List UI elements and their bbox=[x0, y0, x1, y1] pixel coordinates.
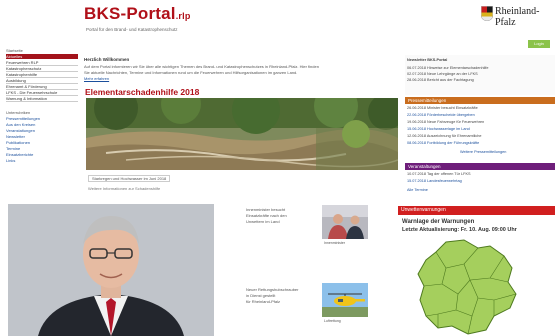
teaser-text[interactable]: Einsatzkräfte nach den bbox=[246, 213, 287, 218]
teaser-text[interactable]: Unwettern im Land bbox=[246, 219, 280, 224]
intro-text: Sie aktuelle Nachrichten, Termine und In… bbox=[84, 70, 298, 75]
newsletter-item[interactable]: 02.07.2018 Neue Lehrgänge an der LFKS bbox=[407, 72, 478, 76]
warning-map[interactable] bbox=[412, 238, 524, 336]
nav-link[interactable]: Publikationen bbox=[6, 140, 30, 145]
press-item[interactable]: 15.06.2018 Hochwasserlage im Land bbox=[407, 127, 470, 131]
state-name: Rheinland-Pfalz bbox=[495, 6, 540, 28]
nav-section-label: Startseite bbox=[6, 48, 23, 53]
warnings-header: Unwetterwarnungen bbox=[398, 206, 555, 215]
teaser-caption: Innenminister bbox=[324, 241, 346, 245]
event-item[interactable]: 10.07.2018 Tag der offenen Tür LFKS bbox=[407, 172, 471, 176]
newsletter-heading: Newsletter BKS-Portal bbox=[407, 58, 448, 62]
press-item[interactable]: 12.06.2018 Auszeichnung für Ehrenamtlich… bbox=[407, 134, 482, 138]
newsletter-item[interactable]: 06.07.2018 Hinweise zur Elementarschaden… bbox=[407, 66, 488, 70]
event-item[interactable]: 15.07.2018 Landesfeuerwehrtag bbox=[407, 179, 462, 183]
press-item[interactable]: 19.06.2018 Neue Fahrzeuge für Feuerwehre… bbox=[407, 120, 484, 124]
nav-item[interactable]: Warnung & Information bbox=[6, 96, 78, 102]
teaser-text[interactable]: Neuer Rettungshubschrauber bbox=[246, 287, 298, 292]
portal-logo[interactable]: BKS-Portal.rlp bbox=[84, 4, 191, 24]
helicopter-photo[interactable] bbox=[322, 283, 368, 317]
events-box-header: Veranstaltungen bbox=[405, 163, 555, 170]
teaser-text[interactable]: für Rheinland-Pfalz bbox=[246, 299, 280, 304]
teaser-photo[interactable] bbox=[322, 205, 368, 239]
nav-link[interactable]: Newsletter bbox=[6, 134, 25, 139]
newsletter-item[interactable]: 28.06.2018 Bericht aus der Fachtagung bbox=[407, 78, 474, 82]
nav-link[interactable]: Aus den Kreisen bbox=[6, 122, 35, 127]
press-more-link[interactable]: Weitere Pressemitteilungen bbox=[460, 150, 506, 154]
press-item[interactable]: 08.06.2018 Fortbildung der Führungskräft… bbox=[407, 141, 479, 145]
press-box-header: Pressemitteilungen bbox=[405, 97, 555, 104]
main-heading: Herzlich Willkommen bbox=[84, 57, 130, 62]
nav-link[interactable]: Einsatzberichte bbox=[6, 152, 33, 157]
teaser-caption: Luftrettung bbox=[324, 319, 341, 323]
intro-link[interactable]: Mehr erfahren bbox=[84, 76, 109, 81]
state-crest-icon bbox=[481, 6, 493, 21]
nav-item[interactable]: Aktuelles bbox=[6, 54, 78, 59]
logo-text: BKS-Portal bbox=[84, 4, 176, 23]
portal-subtitle: Portal für den Brand- und Katastrophensc… bbox=[86, 27, 178, 32]
events-more-link[interactable]: Alle Termine bbox=[407, 188, 428, 192]
login-button[interactable]: Login bbox=[528, 40, 550, 48]
teaser-text[interactable]: in Dienst gestellt bbox=[246, 293, 275, 298]
photo-subcaption: Weitere Informationen zur Schadenshilfe bbox=[88, 186, 161, 191]
logo-suffix: .rlp bbox=[175, 11, 191, 21]
press-item[interactable]: 22.06.2018 Förderbescheide übergeben bbox=[407, 113, 475, 117]
minister-portrait bbox=[8, 204, 214, 336]
nav-link[interactable]: Veranstaltungen bbox=[6, 128, 35, 133]
nav-link[interactable]: Termine bbox=[6, 146, 20, 151]
intro-text: Auf dem Portal informieren wir Sie über … bbox=[84, 64, 319, 69]
warnings-updated: Letzte Aktualisierung: Fr. 10. Aug. 09:0… bbox=[402, 227, 517, 233]
warnings-title: Warnlage der Warnungen bbox=[402, 219, 475, 225]
nav-link[interactable]: Links bbox=[6, 158, 15, 163]
press-item[interactable]: 26.06.2018 Minister besucht Einsatzkräft… bbox=[407, 106, 478, 110]
nav-sub-label: Unterrubriken bbox=[6, 110, 31, 115]
teaser-text[interactable]: Innenminister besucht bbox=[246, 207, 285, 212]
flood-photo[interactable] bbox=[86, 98, 398, 170]
page-header: BKS-Portal.rlp Portal für den Brand- und… bbox=[0, 0, 555, 48]
news-title[interactable]: Elementarschadenhilfe 2018 bbox=[85, 87, 199, 97]
photo-caption[interactable]: Starkregen und Hochwasser im Juni 2018 bbox=[88, 175, 171, 182]
sidebar-nav: Startseite Aktuelles Feuerwehren RLP Kat… bbox=[0, 48, 80, 208]
nav-link[interactable]: Pressemitteilungen bbox=[6, 116, 40, 121]
